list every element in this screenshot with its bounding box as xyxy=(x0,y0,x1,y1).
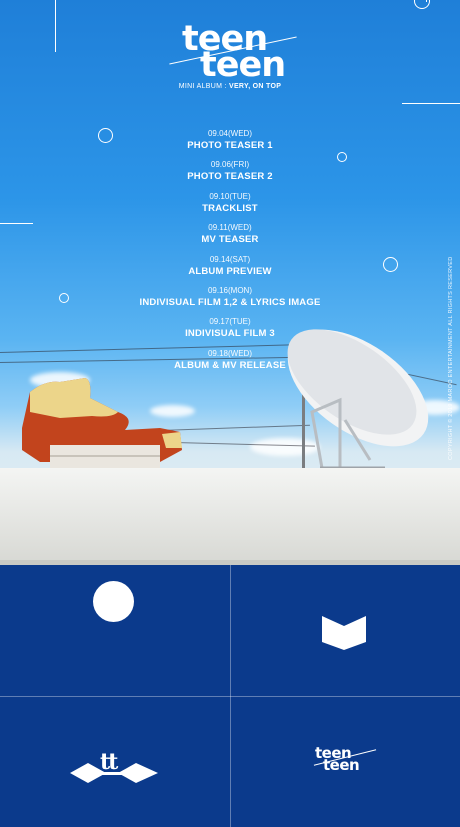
grid-tile-logo[interactable]: teen teen xyxy=(231,697,460,827)
schedule-title: INDIVISUAL FILM 3 xyxy=(185,328,275,340)
grid-tile-book[interactable] xyxy=(231,565,460,695)
rooftop-wall xyxy=(0,468,460,565)
deco-line xyxy=(402,103,460,104)
broken-pillar-icon xyxy=(22,378,182,470)
grid-tile-circle[interactable] xyxy=(0,565,229,695)
schedule-item: 09.11(WED) MV TEASER xyxy=(0,222,460,253)
teenteen-logo: teen teen xyxy=(150,22,320,86)
schedule-title: PHOTO TEASER 1 xyxy=(187,140,273,151)
album-prefix: MINI ALBUM : xyxy=(178,83,229,90)
schedule-item: 09.18(WED) ALBUM & MV RELEASE xyxy=(0,348,460,379)
logo-line-2: teen xyxy=(200,45,286,85)
schedule-date: 09.17(TUE) xyxy=(209,317,251,327)
grid-divider xyxy=(0,696,460,697)
schedule-date: 09.16(MON) xyxy=(207,285,252,295)
schedule-title: ALBUM & MV RELEASE xyxy=(174,359,286,371)
schedule-item: 09.16(MON) INDIVISUAL FILM 1,2 & LYRICS … xyxy=(0,285,460,316)
album-name: VERY, ON TOP xyxy=(228,83,282,90)
icon-grid: tt teen teen xyxy=(0,565,460,827)
schedule-poster: teen teen MINI ALBUM : VERY, ON TOP 09.0… xyxy=(0,0,460,565)
schedule-title: INDIVISUAL FILM 1,2 & LYRICS IMAGE xyxy=(139,296,321,308)
schedule-item: 09.10(TUE) TRACKLIST xyxy=(0,191,460,222)
release-schedule: 09.04(WED) PHOTO TEASER 1 09.06(FRI) PHO… xyxy=(0,128,460,379)
schedule-date: 09.18(WED) xyxy=(207,348,252,358)
album-title: MINI ALBUM : VERY, ON TOP xyxy=(0,83,460,90)
schedule-item: 09.17(TUE) INDIVISUAL FILM 3 xyxy=(0,316,460,347)
ring-icon xyxy=(414,0,430,9)
schedule-title: MV TEASER xyxy=(201,234,259,246)
schedule-item: 09.06(FRI) PHOTO TEASER 2 xyxy=(0,159,460,190)
tt-logo-text: tt xyxy=(100,749,118,775)
schedule-date: 09.04(WED) xyxy=(207,129,252,138)
copyright-notice: COPYRIGHT © 2019 MAROO ENTERTAINMENT ALL… xyxy=(448,256,454,460)
schedule-item: 09.04(WED) PHOTO TEASER 1 xyxy=(0,128,460,159)
schedule-item: 09.14(SAT) ALBUM PREVIEW xyxy=(0,254,460,285)
grid-tile-tt[interactable]: tt xyxy=(0,697,229,827)
schedule-date: 09.10(TUE) xyxy=(209,191,251,201)
deco-line xyxy=(55,0,56,52)
circle-icon xyxy=(93,581,134,622)
open-book-icon xyxy=(322,616,366,650)
schedule-date: 09.06(FRI) xyxy=(210,160,250,170)
schedule-title: ALBUM PREVIEW xyxy=(188,265,272,277)
schedule-title: PHOTO TEASER 2 xyxy=(187,171,273,183)
teaser-schedule-page: teen teen MINI ALBUM : VERY, ON TOP 09.0… xyxy=(0,0,460,827)
schedule-date: 09.14(SAT) xyxy=(209,254,251,264)
schedule-title: TRACKLIST xyxy=(202,202,258,214)
schedule-date: 09.11(WED) xyxy=(208,223,252,233)
